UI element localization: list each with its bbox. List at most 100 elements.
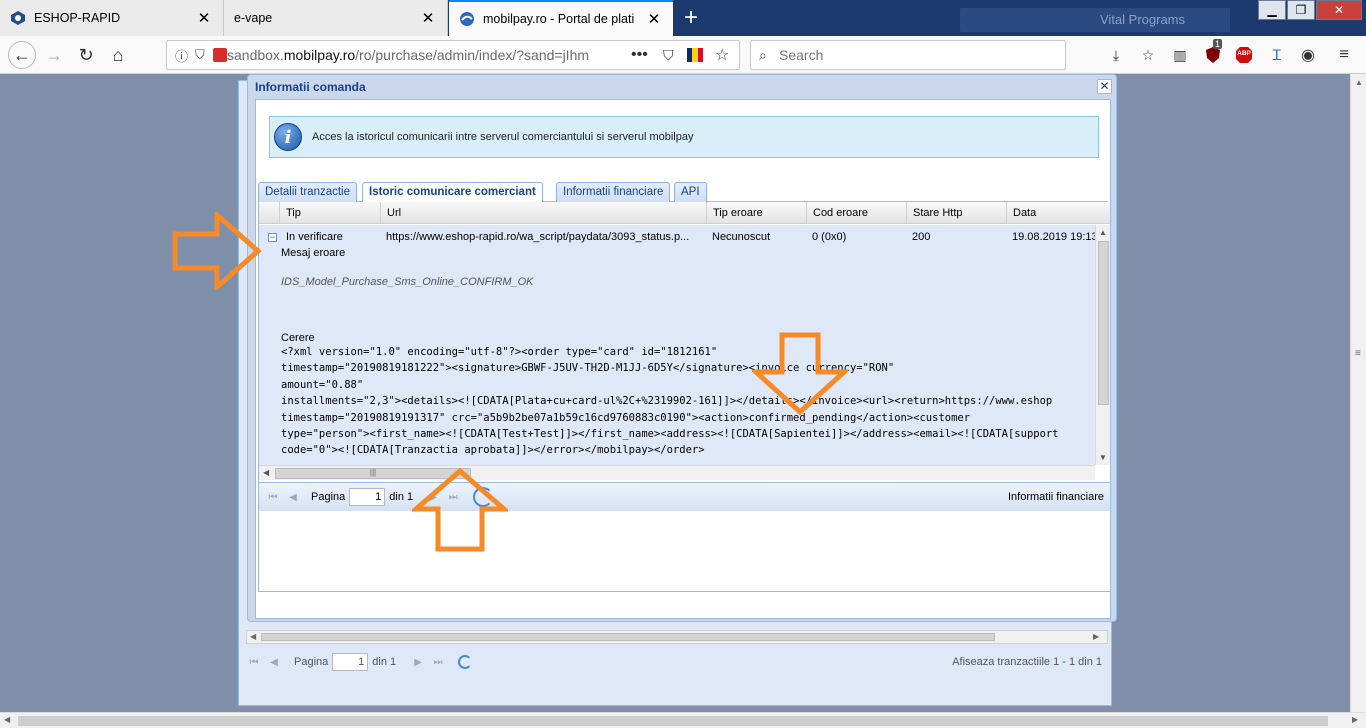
- tab-label: mobilpay.ro - Portal de plati: [483, 12, 635, 26]
- grid-horizontal-scrollbar[interactable]: ◀ |||: [259, 465, 1095, 480]
- page-horizontal-scrollbar[interactable]: ◀ ▶: [0, 712, 1366, 728]
- scroll-up-icon[interactable]: ▲: [1099, 228, 1107, 237]
- minimize-button[interactable]: ▁: [1258, 0, 1286, 20]
- scroll-left-icon[interactable]: ◀: [250, 632, 256, 641]
- page-vertical-scrollbar[interactable]: ▲ ≡: [1350, 74, 1366, 712]
- new-tab-button[interactable]: +: [678, 4, 704, 32]
- window-body: i Acces la istoricul comunicarii intre s…: [255, 99, 1111, 619]
- maximize-button[interactable]: ❐: [1287, 0, 1315, 20]
- tab-eshop-rapid[interactable]: ESHOP-RAPID ✕: [0, 0, 224, 36]
- bookmark-star-icon[interactable]: ☆: [715, 45, 729, 65]
- page-actions-icon[interactable]: •••: [631, 46, 648, 64]
- xml-line: timestamp="20190819191317" crc="a5b9b2be…: [281, 411, 971, 424]
- forward-button[interactable]: →: [40, 41, 68, 69]
- url-domain: mobilpay.ro: [283, 47, 356, 63]
- cell-tip: In verificare: [286, 231, 343, 243]
- scroll-thumb[interactable]: [18, 716, 1328, 726]
- downloads-icon[interactable]: ⤓: [1106, 45, 1126, 65]
- address-bar[interactable]: ⓘ ⛉ sandbox.mobilpay.ro/ro/purchase/admi…: [166, 40, 740, 70]
- page-number-input[interactable]: 1: [349, 488, 386, 506]
- scroll-right-icon[interactable]: ▶: [1352, 715, 1358, 724]
- tab-api[interactable]: API: [674, 182, 707, 202]
- scroll-left-icon[interactable]: ◀: [263, 468, 269, 477]
- error-message-label: Mesaj eroare: [281, 247, 346, 259]
- order-info-window: Informatii comanda ✕ i Acces la istoricu…: [247, 74, 1117, 622]
- cell-url: https://www.eshop-rapid.ro/wa_script/pay…: [386, 231, 690, 243]
- column-header[interactable]: Data: [1006, 202, 1110, 224]
- page-label: Pagina: [294, 656, 329, 668]
- first-page-icon[interactable]: ⏮: [263, 487, 283, 507]
- navigation-toolbar: ← → ↻ ⌂ ⓘ ⛉ sandbox.mobilpay.ro/ro/purch…: [0, 36, 1366, 74]
- scroll-down-icon[interactable]: ▼: [1099, 453, 1107, 462]
- background-grid-pager: ⏮ ◀ Pagina 1 din 1 ▶ ⏭ Afiseaza tranzact…: [244, 648, 1106, 676]
- tab-istoric-comunicare[interactable]: Istoric comunicare comerciant: [362, 182, 543, 203]
- grid-vertical-scrollbar[interactable]: ▲ ▼: [1095, 225, 1110, 465]
- column-header[interactable]: Cod eroare: [806, 202, 906, 224]
- info-text: Acces la istoricul comunicarii intre ser…: [312, 131, 694, 143]
- adblock-plus-icon[interactable]: ABP: [1234, 45, 1254, 65]
- url-prefix: sandbox.: [227, 47, 284, 63]
- search-icon: ⌕: [759, 46, 767, 63]
- page-label: Pagina: [311, 491, 346, 503]
- column-header[interactable]: Tip: [279, 202, 380, 224]
- last-page-icon[interactable]: ⏭: [428, 652, 448, 672]
- scroll-up-icon[interactable]: ▲: [1355, 78, 1363, 87]
- refresh-icon[interactable]: [458, 655, 473, 669]
- background-window-strip: Vital Programs: [960, 8, 1230, 32]
- tab-detalii-tranzactie[interactable]: Detalii tranzactie: [258, 182, 358, 202]
- info-icon: i: [274, 123, 302, 151]
- scroll-left-icon[interactable]: ◀: [4, 715, 10, 724]
- grid-pager: ⏮ ◀ Pagina 1 din 1 ▶ ⏭ Informatii financ…: [259, 482, 1110, 511]
- tab-close-icon[interactable]: ✕: [419, 9, 437, 27]
- communication-grid: Tip Url Tip eroare Cod eroare Stare Http…: [258, 202, 1111, 592]
- window-close-button[interactable]: ✕: [1316, 0, 1362, 20]
- xml-line: amount="0.88": [281, 378, 364, 391]
- annotation-arrow-right: [172, 212, 262, 290]
- mobilpay-favicon-icon: [459, 11, 475, 27]
- account-icon[interactable]: ◉: [1298, 45, 1318, 65]
- scroll-thumb[interactable]: [261, 633, 995, 641]
- tab-bar: Detalii tranzactie Istoric comunicare co…: [258, 180, 1108, 203]
- tab-mobilpay[interactable]: mobilpay.ro - Portal de plati ✕: [449, 0, 673, 36]
- tab-informatii-financiare[interactable]: Informatii financiare: [556, 182, 671, 202]
- cell-stare-http: 200: [912, 231, 931, 243]
- financial-info-link[interactable]: Informatii financiare: [1008, 491, 1104, 503]
- menu-icon[interactable]: ≡: [1334, 45, 1354, 65]
- table-row[interactable]: − In verificare https://www.eshop-rapid.…: [259, 225, 1095, 465]
- tracking-shield-icon[interactable]: ⛉: [195, 47, 205, 63]
- page-number-input[interactable]: 1: [332, 653, 369, 671]
- reload-button[interactable]: ↻: [72, 41, 100, 69]
- back-button[interactable]: ←: [8, 41, 36, 69]
- column-header[interactable]: Tip eroare: [706, 202, 806, 224]
- column-header[interactable]: Stare Http: [906, 202, 1006, 224]
- library-icon[interactable]: ☆: [1138, 45, 1158, 65]
- tab-close-icon[interactable]: ✕: [645, 10, 663, 28]
- background-grid-hscrollbar[interactable]: ◀ ▶: [246, 630, 1108, 644]
- next-page-icon[interactable]: ▶: [408, 652, 428, 672]
- home-button[interactable]: ⌂: [104, 41, 132, 69]
- sidebar-icon[interactable]: ▥: [1170, 45, 1190, 65]
- prev-page-icon[interactable]: ◀: [283, 487, 303, 507]
- xml-line: timestamp="20190819181222"><signature>GB…: [281, 362, 895, 375]
- tab-e-vape[interactable]: e-vape ✕: [224, 0, 448, 36]
- prev-page-icon[interactable]: ◀: [264, 652, 284, 672]
- collapse-row-icon[interactable]: −: [268, 233, 277, 242]
- search-input[interactable]: ⌕ Search: [750, 40, 1066, 70]
- grid-header: Tip Url Tip eroare Cod eroare Stare Http…: [259, 202, 1110, 224]
- page-of-label: din 1: [389, 491, 414, 503]
- scroll-thumb[interactable]: [1098, 241, 1109, 405]
- cell-tip-eroare: Necunoscut: [712, 231, 771, 243]
- site-info-icon[interactable]: ⓘ: [175, 46, 188, 65]
- insecure-lock-icon[interactable]: [213, 48, 227, 62]
- pocket-icon[interactable]: ⛉: [663, 47, 674, 64]
- tab-label: ESHOP-RAPID: [34, 11, 121, 25]
- first-page-icon[interactable]: ⏮: [244, 652, 264, 672]
- cell-data: 19.08.2019 19:13: [1012, 231, 1095, 243]
- scroll-right-icon[interactable]: ▶: [1093, 632, 1099, 641]
- column-header[interactable]: Url: [380, 202, 706, 224]
- ublock-icon[interactable]: 1: [1203, 39, 1223, 65]
- translate-icon[interactable]: Ꮖ: [1267, 45, 1287, 65]
- tab-close-icon[interactable]: ✕: [195, 9, 213, 27]
- grid-summary: Afiseaza tranzactiile 1 - 1 din 1: [952, 656, 1102, 668]
- window-close-icon[interactable]: ✕: [1097, 79, 1112, 94]
